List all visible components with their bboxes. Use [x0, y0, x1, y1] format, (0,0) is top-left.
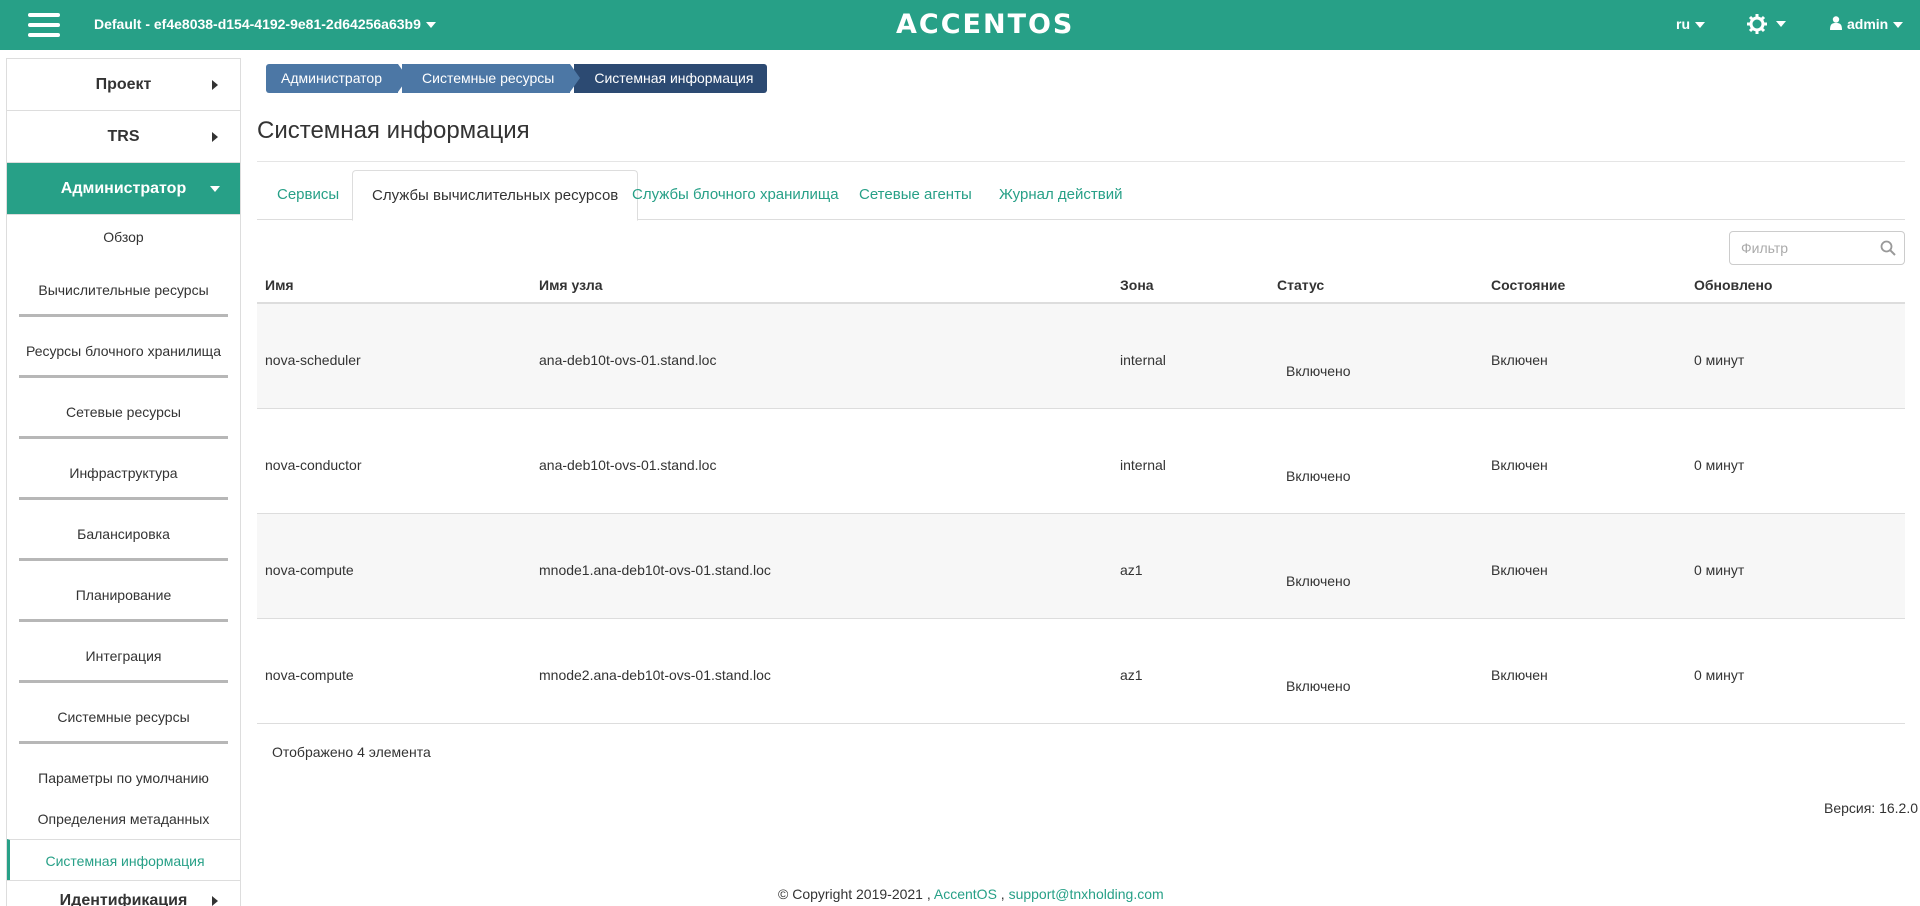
cell-name: nova-conductor: [265, 457, 362, 473]
chevron-down-icon: [1695, 22, 1705, 29]
table-row: nova-compute mnode2.ana-deb10t-ovs-01.st…: [257, 619, 1905, 724]
cell-updated: 0 минут: [1694, 667, 1745, 683]
table-row: nova-scheduler ana-deb10t-ovs-01.stand.l…: [257, 304, 1905, 409]
filter-box: [1729, 231, 1905, 265]
sidebar-item-infrastructure[interactable]: Инфраструктура: [7, 447, 240, 508]
column-header-status[interactable]: Статус: [1277, 277, 1324, 293]
tab-network-agents[interactable]: Сетевые агенты: [859, 170, 972, 220]
table-summary: Отображено 4 элемента: [272, 744, 431, 760]
chevron-right-icon: [212, 132, 218, 142]
language-selector[interactable]: ru: [1676, 16, 1705, 32]
language-label: ru: [1676, 16, 1690, 32]
copyright-text: © Copyright 2019-2021 ,: [778, 886, 931, 902]
compute-services-table: Имя Имя узла Зона Статус Состояние Обнов…: [257, 270, 1905, 724]
sidebar-item-system-resources[interactable]: Системные ресурсы: [7, 691, 240, 752]
search-icon[interactable]: [1880, 240, 1896, 256]
table-row: nova-compute mnode1.ana-deb10t-ovs-01.st…: [257, 514, 1905, 619]
settings-menu[interactable]: [1746, 13, 1786, 35]
column-header-zone[interactable]: Зона: [1120, 277, 1154, 293]
breadcrumb-item-admin[interactable]: Администратор: [266, 64, 409, 93]
sidebar-section-label: Идентификация: [59, 892, 188, 906]
sidebar-item-compute[interactable]: Вычислительные ресурсы: [7, 264, 240, 325]
cell-zone: az1: [1120, 562, 1143, 578]
cell-host: mnode1.ana-deb10t-ovs-01.stand.loc: [539, 562, 771, 578]
sidebar-section-identity[interactable]: Идентификация: [7, 880, 240, 906]
project-selector[interactable]: Default - ef4e8038-d154-4192-9e81-2d6425…: [94, 16, 436, 32]
sidebar-item-overview[interactable]: Обзор: [7, 215, 240, 264]
tab-action-log[interactable]: Журнал действий: [999, 170, 1122, 220]
tab-block-storage-services[interactable]: Службы блочного хранилища: [632, 170, 839, 220]
gear-icon: [1747, 14, 1767, 34]
cell-name: nova-scheduler: [265, 352, 361, 368]
sidebar-item-integration[interactable]: Интеграция: [7, 630, 240, 691]
top-navbar: Default - ef4e8038-d154-4192-9e81-2d6425…: [0, 0, 1920, 50]
cell-updated: 0 минут: [1694, 562, 1745, 578]
sidebar-item-network[interactable]: Сетевые ресурсы: [7, 386, 240, 447]
cell-host: mnode2.ana-deb10t-ovs-01.stand.loc: [539, 667, 771, 683]
page-title: Системная информация: [257, 117, 530, 144]
cell-name: nova-compute: [265, 562, 354, 578]
footer-separator: ,: [1000, 886, 1005, 902]
sidebar: Проект TRS Администратор Обзор Вычислите…: [6, 58, 241, 906]
cell-updated: 0 минут: [1694, 352, 1745, 368]
breadcrumb-item-system-resources[interactable]: Системные ресурсы: [402, 64, 581, 93]
cell-status: Включено: [1286, 678, 1351, 694]
column-header-host[interactable]: Имя узла: [539, 277, 603, 293]
table-header: Имя Имя узла Зона Статус Состояние Обнов…: [257, 270, 1905, 304]
column-header-state[interactable]: Состояние: [1491, 277, 1565, 293]
sidebar-subitem-metadata[interactable]: Определения метаданных: [7, 798, 240, 839]
column-header-name[interactable]: Имя: [265, 277, 294, 293]
sidebar-section-trs[interactable]: TRS: [7, 111, 240, 163]
accentos-link[interactable]: AccentOS: [934, 886, 997, 902]
menu-toggle-icon[interactable]: [28, 13, 60, 37]
chevron-down-icon: [1893, 22, 1904, 29]
cell-state: Включен: [1491, 562, 1548, 578]
brand-logo: ACCENTOS: [896, 9, 1075, 40]
tab-compute-services[interactable]: Службы вычислительных ресурсов: [352, 170, 639, 221]
breadcrumb-item-system-info[interactable]: Системная информация: [574, 64, 768, 93]
cell-state: Включен: [1491, 352, 1548, 368]
user-menu[interactable]: admin: [1830, 16, 1904, 32]
footer: © Copyright 2019-2021 , AccentOS , suppo…: [778, 886, 1164, 902]
cell-state: Включен: [1491, 457, 1548, 473]
user-name: admin: [1847, 16, 1889, 32]
column-header-updated[interactable]: Обновлено: [1694, 277, 1772, 293]
user-icon: [1830, 16, 1842, 30]
cell-updated: 0 минут: [1694, 457, 1745, 473]
table-row: nova-conductor ana-deb10t-ovs-01.stand.l…: [257, 409, 1905, 514]
sidebar-section-label: TRS: [107, 128, 140, 145]
cell-zone: internal: [1120, 352, 1166, 368]
sidebar-subitem-system-info[interactable]: Системная информация: [7, 839, 240, 880]
cell-status: Включено: [1286, 573, 1351, 589]
cell-name: nova-compute: [265, 667, 354, 683]
chevron-down-icon: [210, 186, 220, 192]
project-selector-label: Default - ef4e8038-d154-4192-9e81-2d6425…: [94, 16, 421, 32]
cell-zone: az1: [1120, 667, 1143, 683]
sidebar-item-block-storage[interactable]: Ресурсы блочного хранилища: [7, 325, 240, 386]
chevron-right-icon: [212, 896, 218, 906]
cell-state: Включен: [1491, 667, 1548, 683]
cell-zone: internal: [1120, 457, 1166, 473]
cell-host: ana-deb10t-ovs-01.stand.loc: [539, 352, 717, 368]
tab-services[interactable]: Сервисы: [277, 170, 339, 220]
tab-bar: Сервисы Службы вычислительных ресурсов С…: [257, 170, 1905, 221]
filter-input[interactable]: [1730, 232, 1870, 264]
chevron-down-icon: [1776, 21, 1786, 27]
breadcrumb: Администратор Системные ресурсы Системна…: [266, 64, 771, 93]
chevron-down-icon: [425, 22, 436, 29]
sidebar-section-label: Проект: [95, 76, 152, 93]
support-email-link[interactable]: support@tnxholding.com: [1009, 886, 1164, 902]
chevron-right-icon: [212, 80, 218, 90]
sidebar-subitem-defaults[interactable]: Параметры по умолчанию: [7, 757, 240, 798]
sidebar-section-project[interactable]: Проект: [7, 59, 240, 111]
cell-status: Включено: [1286, 363, 1351, 379]
version-label: Версия: 16.2.0: [1824, 800, 1919, 816]
sidebar-section-admin[interactable]: Администратор: [7, 163, 240, 215]
title-divider: [257, 161, 1905, 162]
cell-host: ana-deb10t-ovs-01.stand.loc: [539, 457, 717, 473]
sidebar-section-label: Администратор: [60, 180, 187, 197]
sidebar-item-scheduling[interactable]: Планирование: [7, 569, 240, 630]
cell-status: Включено: [1286, 468, 1351, 484]
sidebar-item-balancing[interactable]: Балансировка: [7, 508, 240, 569]
